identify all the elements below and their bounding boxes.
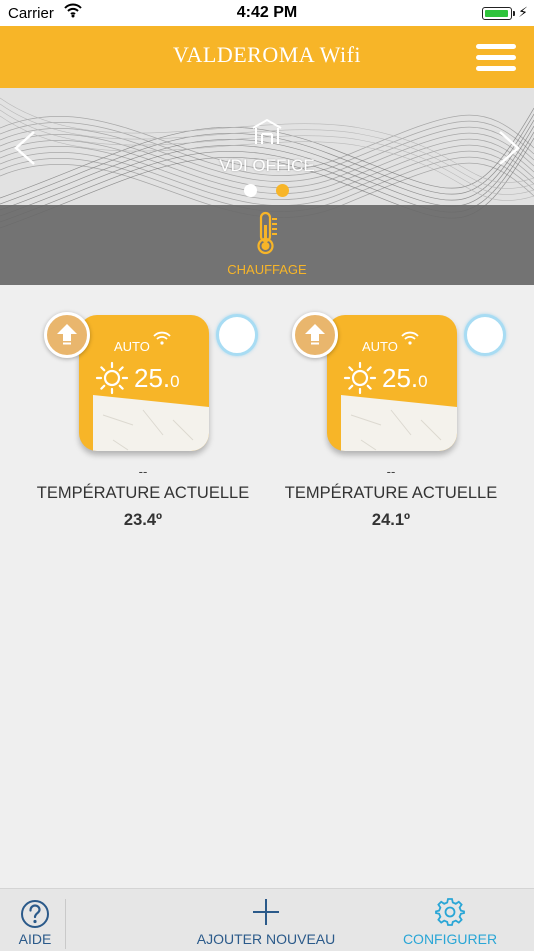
current-temp-value: 23.4º: [123, 511, 163, 529]
device-card: AUTO 25.0: [28, 312, 258, 542]
setpoint-integer: 25.: [134, 363, 171, 393]
status-bar: Carrier 4:42 PM ⚡: [0, 0, 534, 26]
current-temp-value: 24.1º: [371, 511, 411, 529]
app-title: VALDEROMA Wifi: [172, 42, 362, 67]
setpoint-temperature: 25.0: [134, 363, 180, 394]
home-icon: [247, 116, 287, 151]
mode-text: AUTO: [362, 339, 398, 354]
setpoint-decimal: 0: [418, 372, 428, 391]
charging-bolt-icon: ⚡: [518, 4, 528, 20]
hamburger-menu-icon[interactable]: [476, 44, 516, 72]
add-new-label: AJOUTER NOUVEAU: [196, 931, 336, 947]
current-temp-label: TEMPÉRATURE ACTUELLE: [36, 484, 250, 502]
thermostat-tile[interactable]: AUTO 25.0: [79, 315, 209, 451]
wifi-icon: [401, 331, 419, 350]
device-card: AUTO 25.0: [276, 312, 506, 542]
plus-icon: [252, 898, 280, 931]
help-tab[interactable]: AIDE: [0, 889, 70, 951]
device-status: --: [138, 464, 148, 479]
boost-button[interactable]: [44, 312, 90, 358]
setpoint-temperature: 25.0: [382, 363, 428, 394]
location-name: VDI OFFICE: [219, 156, 315, 175]
page-indicator-1[interactable]: [244, 184, 257, 197]
radiator-image: [341, 395, 457, 451]
mode-label: CHAUFFAGE: [227, 262, 307, 277]
battery-icon: [482, 7, 515, 20]
question-circle-icon: [20, 899, 50, 934]
arrow-up-icon: [57, 324, 77, 345]
clock: 4:42 PM: [236, 4, 298, 21]
bottom-tab-bar: AIDE AJOUTER NOUVEAU CONFIGURER: [0, 888, 534, 951]
arrow-up-icon: [305, 324, 325, 345]
setpoint-decimal: 0: [170, 372, 180, 391]
configure-label: CONFIGURER: [402, 931, 498, 947]
thermometer-icon: [253, 211, 281, 260]
gear-icon: [435, 897, 465, 932]
select-toggle[interactable]: [216, 314, 258, 356]
add-new-tab[interactable]: AJOUTER NOUVEAU: [180, 889, 352, 951]
setpoint-integer: 25.: [382, 363, 419, 393]
mode-strip[interactable]: CHAUFFAGE: [0, 205, 534, 285]
location-banner: VDI OFFICE CHAUFFAGE: [0, 88, 534, 285]
device-status: --: [386, 464, 396, 479]
wifi-icon: [153, 331, 171, 350]
boost-button[interactable]: [292, 312, 338, 358]
thermostat-tile[interactable]: AUTO 25.0: [327, 315, 457, 451]
app-header: VALDEROMA Wifi: [0, 26, 534, 88]
battery-level: [485, 10, 508, 17]
select-toggle[interactable]: [464, 314, 506, 356]
tab-divider: [65, 899, 66, 949]
help-label: AIDE: [18, 931, 52, 947]
configure-tab[interactable]: CONFIGURER: [395, 889, 505, 951]
radiator-image: [93, 395, 209, 451]
mode-text: AUTO: [114, 339, 150, 354]
current-temp-label: TEMPÉRATURE ACTUELLE: [284, 484, 498, 502]
page-indicator-2[interactable]: [276, 184, 289, 197]
